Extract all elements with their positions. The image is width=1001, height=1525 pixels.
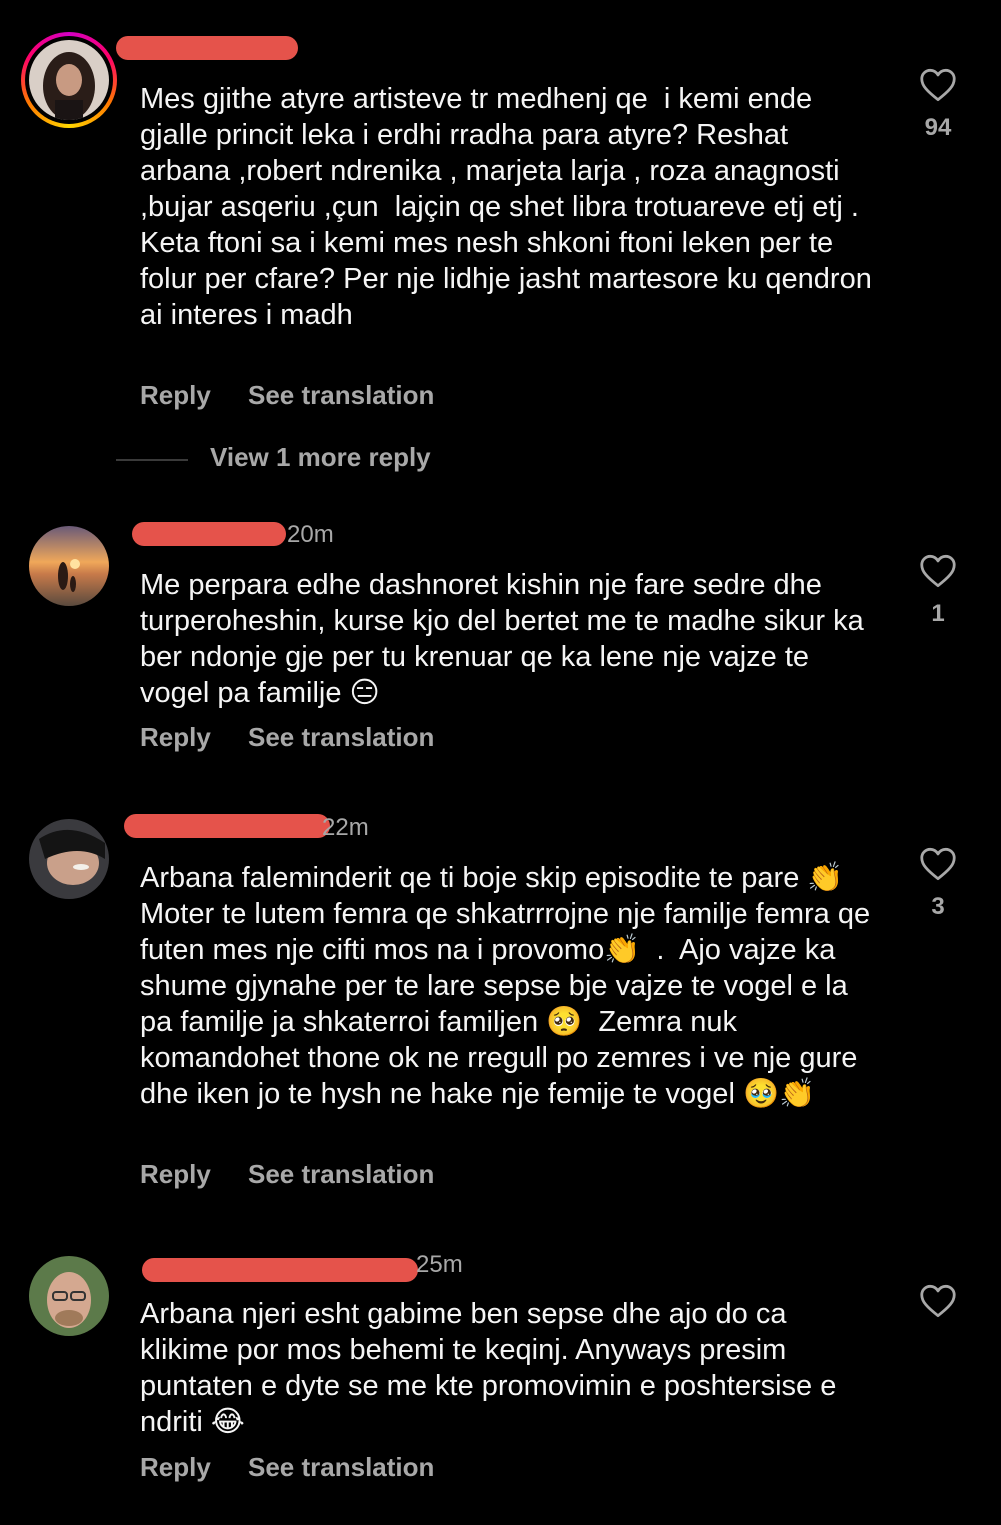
- view-more-replies[interactable]: View 1 more reply: [116, 442, 516, 476]
- reply-button[interactable]: Reply: [140, 380, 211, 411]
- username-redaction: [124, 814, 330, 838]
- like-control: 1: [918, 554, 958, 628]
- reply-button[interactable]: Reply: [140, 1159, 211, 1190]
- like-count: 3: [931, 893, 945, 920]
- see-translation-button[interactable]: See translation: [248, 1452, 434, 1483]
- comment-text: Me perpara edhe dashnoret kishin nje far…: [140, 569, 872, 709]
- comment-time: 25m: [416, 1251, 463, 1278]
- username-redaction: [132, 522, 286, 546]
- username-redaction: [116, 36, 298, 60]
- comment-text: Arbana njeri esht gabime ben sepse dhe a…: [140, 1298, 845, 1438]
- like-count: 1: [931, 600, 945, 627]
- reply-button[interactable]: Reply: [140, 722, 211, 753]
- reply-button[interactable]: Reply: [140, 1452, 211, 1483]
- like-count: 94: [924, 114, 952, 141]
- comment-text: Mes gjithe atyre artisteve tr medhenj qe…: [140, 83, 880, 331]
- comment-actions: Reply See translation: [140, 722, 540, 756]
- avatar[interactable]: [29, 526, 109, 606]
- heart-outline-icon[interactable]: [919, 554, 957, 588]
- view-more-replies-label[interactable]: View 1 more reply: [210, 442, 431, 473]
- avatar[interactable]: [29, 40, 109, 120]
- heart-outline-icon[interactable]: [919, 847, 957, 881]
- comment-actions: Reply See translation: [140, 1159, 540, 1193]
- username-redaction: [142, 1258, 418, 1282]
- comment-actions: Reply See translation: [140, 380, 540, 414]
- see-translation-button[interactable]: See translation: [248, 1159, 434, 1190]
- like-control: 3: [918, 847, 958, 921]
- like-control: [918, 1284, 958, 1330]
- divider: [116, 459, 188, 461]
- comment-time: 22m: [322, 814, 369, 841]
- comment-text: Arbana faleminderit qe ti boje skip epis…: [140, 862, 879, 1110]
- avatar[interactable]: [29, 819, 109, 899]
- comment-actions: Reply See translation: [140, 1452, 540, 1486]
- like-control: 94: [918, 68, 958, 142]
- heart-outline-icon[interactable]: [919, 1284, 957, 1318]
- heart-outline-icon[interactable]: [919, 68, 957, 102]
- comment-time: 20m: [287, 521, 334, 548]
- see-translation-button[interactable]: See translation: [248, 380, 434, 411]
- avatar[interactable]: [29, 1256, 109, 1336]
- see-translation-button[interactable]: See translation: [248, 722, 434, 753]
